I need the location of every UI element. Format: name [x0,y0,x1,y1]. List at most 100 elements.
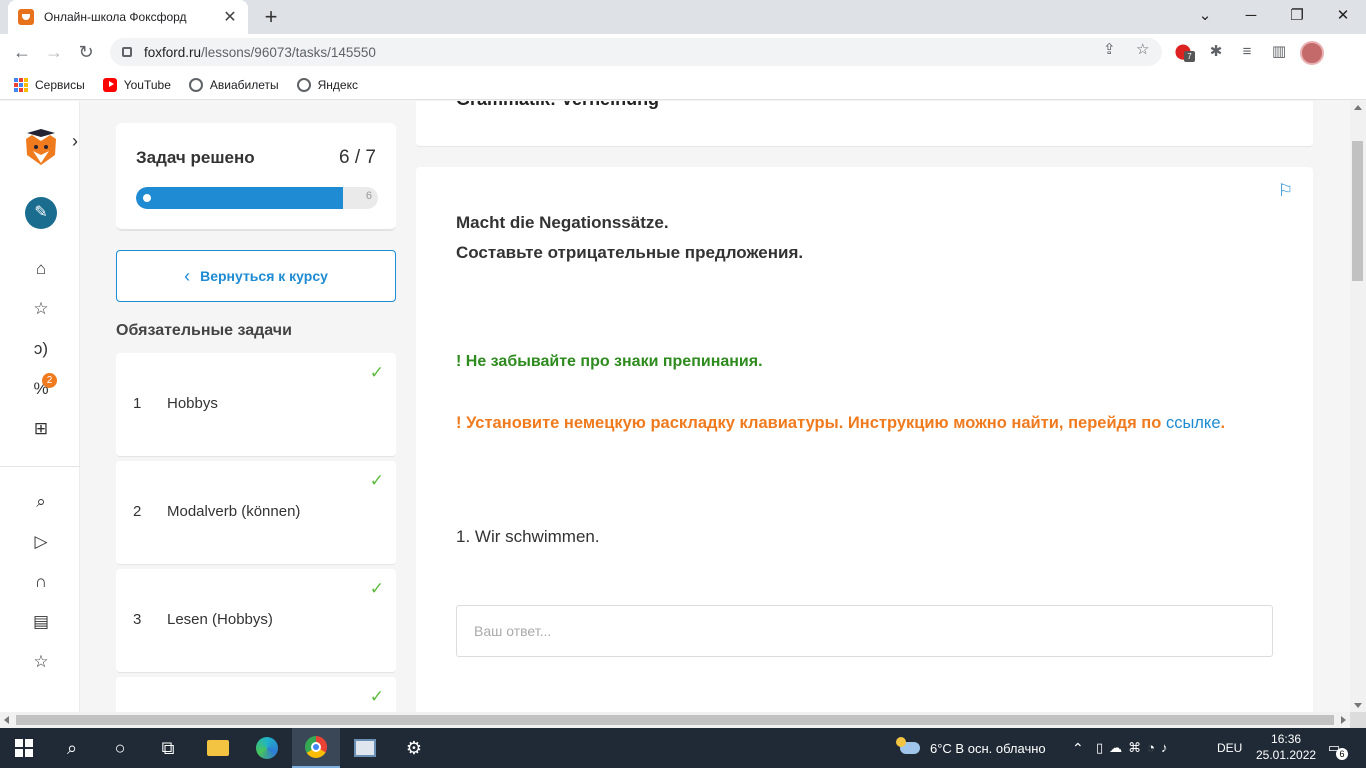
clock-date: 25.01.2022 [1256,748,1317,762]
back-to-course-label: Вернуться к курсу [200,268,328,284]
rail-divider [0,466,80,467]
vertical-scroll-thumb[interactable] [1352,141,1363,281]
input-language[interactable]: DEU [1217,728,1242,768]
vertical-scrollbar[interactable] [1350,101,1366,712]
app-window-icon[interactable] [341,728,389,768]
back-to-course-button[interactable]: ‹ Вернуться к курсу [116,250,396,302]
scroll-up-arrow-icon[interactable] [1354,105,1362,110]
scroll-right-arrow-icon[interactable] [1341,716,1346,724]
page-content: › ✎ ⌂ ☆ ↄ) % 2 ⊞ ⌕ ▷ ∩ ▤ ☆ Задач решено … [0,101,1350,712]
bookmark-youtube[interactable]: YouTube [102,77,171,92]
notification-center-icon[interactable]: ▭ 6 [1322,736,1348,760]
lesson-title: Grammatik: Verneinung [456,101,659,110]
back-arrow-icon[interactable]: ← [8,38,36,66]
tab-search-icon[interactable]: ⌄ [1182,0,1228,34]
restore-button[interactable]: ❐ [1274,0,1320,34]
search-icon[interactable]: ⌕ [28,491,54,513]
task-number: 1 [133,395,142,412]
presentation-icon[interactable]: ▤ [28,611,54,633]
bookmark-flights[interactable]: Авиабилеты [188,77,279,92]
reload-icon[interactable]: ↻ [72,38,100,66]
keyboard-note-end: . [1220,414,1226,432]
url-text: foxford.ru/lessons/96073/tasks/145550 [144,44,376,60]
punctuation-note: ! Не забывайте про знаки препинания. [456,353,763,370]
extensions-puzzle-icon[interactable]: ✱ [1203,39,1229,65]
chat-icon[interactable]: ↄ) [28,338,54,360]
extension-opera-icon[interactable]: ⬤ 7 [1170,39,1196,65]
progress-end-marker: 6 [365,190,372,202]
exercise-title-de: Macht die Negationssätze. [456,213,669,232]
tray-chevron-icon[interactable]: ⌃ [1072,728,1084,768]
clock[interactable]: 16:36 25.01.2022 [1256,731,1316,763]
check-icon: ✓ [369,363,384,382]
task-number: 2 [133,503,142,520]
user-avatar-icon[interactable]: ✎ [25,197,57,229]
question-text: 1. Wir schwimmen. [456,527,600,546]
new-tab-button[interactable]: + [258,4,284,30]
tab-close-icon[interactable]: ✕ [222,7,238,27]
check-icon: ✓ [369,579,384,598]
lock-icon [122,47,132,57]
progress-start-dot [139,190,155,206]
task-item[interactable]: 3 Lesen (Hobbys) ✓ [116,569,396,673]
horizontal-scrollbar[interactable] [0,712,1350,728]
keyboard-layout-note: ! Установите немецкую раскладку клавиату… [456,408,1256,438]
tray-icons[interactable]: ▯☁⌘◔♪ [1096,728,1174,768]
bookmark-label: Яндекс [317,77,358,92]
check-icon: ✓ [369,471,384,490]
horizontal-scroll-thumb[interactable] [16,715,1334,725]
report-flag-icon[interactable]: ⚐ [1278,181,1293,201]
answer-input[interactable] [456,605,1273,657]
home-icon[interactable]: ⌂ [28,258,54,280]
scroll-down-arrow-icon[interactable] [1354,703,1362,708]
side-panel-icon[interactable]: ▥ [1266,39,1292,65]
task-view-icon[interactable]: ⧉ [144,728,192,768]
video-icon[interactable]: ▷ [28,531,54,553]
close-window-button[interactable]: ✕ [1320,0,1366,34]
start-button[interactable] [0,728,48,768]
progress-count: 6 / 7 [339,147,376,168]
chrome-icon [305,736,327,758]
globe-icon [296,77,311,92]
file-explorer-icon[interactable] [194,728,242,768]
instructions-link[interactable]: ссылке [1166,414,1221,432]
progress-bar: 6 [136,187,378,209]
chrome-browser-icon[interactable] [292,728,340,768]
bookmark-label: Авиабилеты [209,77,279,92]
favorites-star-icon[interactable]: ☆ [28,298,54,320]
browser-tab[interactable]: Онлайн-школа Фоксфорд ✕ [8,0,248,34]
notification-count: 6 [1336,748,1348,760]
bookmark-star-icon[interactable]: ☆ [1136,40,1149,58]
expand-rail-chevron-icon[interactable]: › [72,131,78,152]
media-control-icon[interactable]: ≡ [1234,39,1260,65]
bookmark-label: YouTube [123,77,171,92]
scroll-left-arrow-icon[interactable] [4,716,9,724]
settings-gear-icon[interactable]: ⚙ [390,728,438,768]
search-icon[interactable]: ⌕ [48,728,96,768]
profile-avatar[interactable] [1300,41,1324,65]
task-item[interactable]: 2 Modalverb (können) ✓ [116,461,396,565]
task-name: Hobbys [167,395,218,412]
bookmark-label: Сервисы [35,77,85,92]
bookmark-yandex[interactable]: Яндекс [296,77,358,92]
task-item[interactable]: ✓ [116,677,396,712]
weather-widget[interactable]: 6°C В осн. облачно [896,728,1046,768]
edge-browser-icon[interactable] [243,728,291,768]
exercise-title: Macht die Negationssätze. Составьте отри… [456,208,803,268]
address-bar[interactable]: foxford.ru/lessons/96073/tasks/145550 [110,38,1162,66]
clock-time: 16:36 [1271,732,1302,746]
gift-icon[interactable]: ⊞ [28,418,54,440]
progress-card: Задач решено 6 / 7 6 [116,123,396,231]
share-icon[interactable]: ⇪ [1103,40,1116,58]
bookmark-services[interactable]: Сервисы [14,77,85,92]
progress-fill [136,187,344,209]
forward-arrow-icon[interactable]: → [40,38,68,66]
minimize-button[interactable]: ─ [1228,0,1274,34]
apps-grid-icon [14,77,28,92]
foxford-logo-icon[interactable] [24,127,58,167]
task-name: Modalverb (können) [167,503,301,520]
cortana-icon[interactable]: ○ [96,728,144,768]
headphones-icon[interactable]: ∩ [28,571,54,593]
task-item[interactable]: 1 Hobbys ✓ [116,353,396,457]
star-outline-icon[interactable]: ☆ [28,651,54,673]
